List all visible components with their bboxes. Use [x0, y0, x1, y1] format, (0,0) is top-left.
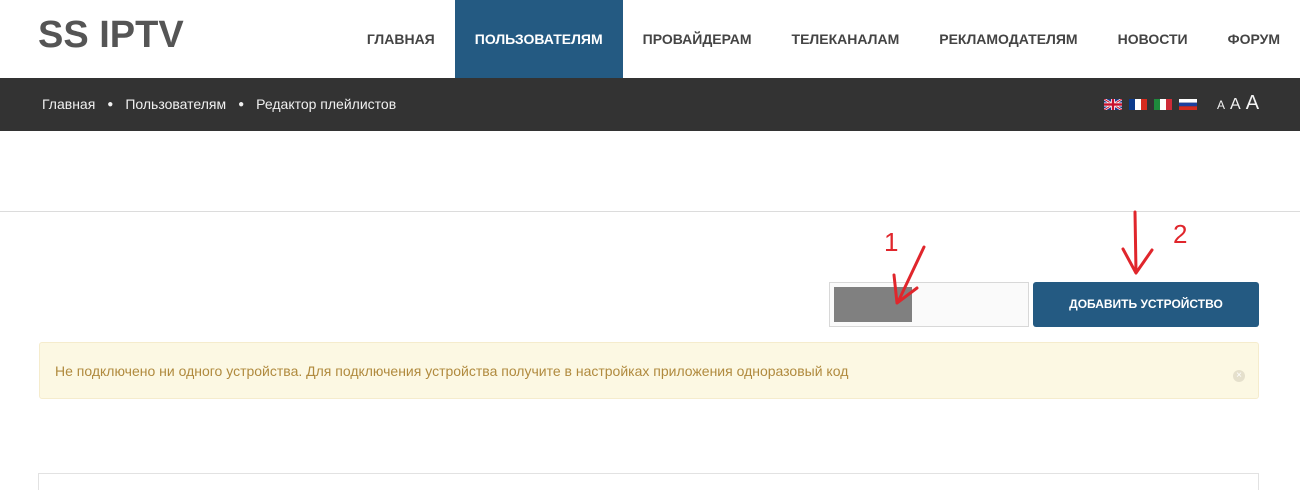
annotation-arrow-2 — [1121, 210, 1154, 275]
annotation-arrow-1 — [892, 245, 926, 305]
annotation-arrows — [892, 210, 1154, 305]
